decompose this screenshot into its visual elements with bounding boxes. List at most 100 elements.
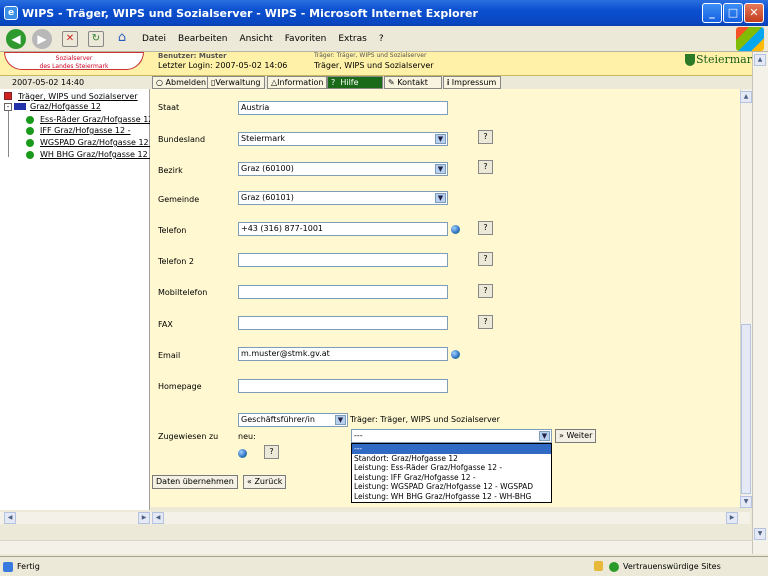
staat-input[interactable]: Austria <box>238 101 448 115</box>
information-button[interactable]: △Information <box>267 76 328 89</box>
user-label: Benutzer: Muster <box>158 52 227 60</box>
back-icon[interactable]: ◀ <box>6 28 26 49</box>
form-horizontal-scrollbar[interactable] <box>150 512 750 524</box>
email-input[interactable]: m.muster@stmk.gv.at <box>238 347 448 361</box>
verwaltung-button[interactable]: ▯Verwaltung <box>207 76 265 89</box>
chevron-down-icon[interactable]: ▼ <box>435 193 446 203</box>
status-dot-icon <box>26 127 34 135</box>
tree-item-wh-bhg[interactable]: WH BHG Graz/Hofgasse 12 - W <box>40 150 150 159</box>
menu-bearbeiten[interactable]: Bearbeiten <box>178 34 227 44</box>
abmelden-button[interactable]: ○ Abmelden <box>152 76 211 89</box>
scroll-right-icon[interactable]: ▶ <box>726 512 738 524</box>
back-button[interactable]: « Zurück <box>243 475 287 489</box>
standort-icon <box>14 103 26 110</box>
mobil-input[interactable] <box>238 285 448 299</box>
chevron-down-icon[interactable]: ▼ <box>435 134 446 144</box>
menu-ansicht[interactable]: Ansicht <box>239 34 272 44</box>
neu-dropdown-list: --- Standort: Graz/Hofgasse 12 Leistung:… <box>351 443 552 503</box>
telefon2-input[interactable] <box>238 253 448 267</box>
weiter-button[interactable]: » Weiter <box>555 429 597 443</box>
help-button[interactable]: ? <box>264 445 279 459</box>
traeger-label: Träger, WIPS und Sozialserver <box>314 61 434 70</box>
tree-item-wgspad[interactable]: WGSPAD Graz/Hofgasse 12 - W <box>40 138 150 147</box>
page-horizontal-scrollbar[interactable] <box>0 540 752 554</box>
ie-logo-icon: e <box>4 6 18 20</box>
title-bar: e WIPS - Träger, WIPS und Sozialserver -… <box>0 0 768 26</box>
help-button[interactable]: ? <box>478 221 493 235</box>
minimize-button[interactable]: _ <box>702 3 722 23</box>
dropdown-option[interactable]: --- <box>352 444 551 454</box>
homepage-input[interactable] <box>238 379 448 393</box>
chevron-down-icon[interactable]: ▼ <box>435 164 446 174</box>
scroll-up-icon[interactable]: ▲ <box>740 91 752 103</box>
menu-extras[interactable]: Extras <box>338 34 366 44</box>
globe-icon[interactable] <box>238 449 247 458</box>
help-button[interactable]: ? <box>478 252 493 266</box>
bezirk-select[interactable]: Graz (60100) ▼ <box>238 162 448 176</box>
role-select[interactable]: Geschäftsführer/in ▼ <box>238 413 348 427</box>
mobil-label: Mobiltelefon <box>158 288 208 297</box>
neu-label: neu: <box>238 432 256 441</box>
tree-item-iff[interactable]: IFF Graz/Hofgasse 12 - <box>40 126 150 135</box>
dropdown-option[interactable]: Standort: Graz/Hofgasse 12 <box>352 454 551 464</box>
tree-horizontal-scrollbar[interactable] <box>0 512 150 524</box>
impressum-button[interactable]: 𝐢 Impressum <box>443 76 501 89</box>
scroll-down-icon[interactable]: ▼ <box>754 528 766 540</box>
zugewiesen-label: Zugewiesen zu <box>158 432 219 441</box>
maximize-button[interactable]: □ <box>723 3 743 23</box>
tree-item-ess-raeder[interactable]: Ess-Räder Graz/Hofgasse 12 - <box>40 115 150 124</box>
menu-favoriten[interactable]: Favoriten <box>285 34 327 44</box>
globe-icon[interactable] <box>451 225 460 234</box>
dropdown-option[interactable]: Leistung: IFF Graz/Hofgasse 12 - <box>352 473 551 483</box>
help-button[interactable]: ? <box>478 160 493 174</box>
menu-help[interactable]: ? <box>379 34 384 44</box>
sozialserver-logo: Sozialserver des Landes Steiermark <box>4 52 144 70</box>
home-icon[interactable]: ⌂ <box>114 30 130 47</box>
kontakt-button[interactable]: ✎ Kontakt <box>384 76 442 89</box>
stop-icon[interactable]: ✕ <box>62 30 78 47</box>
toolbar: ◀ ▶ ✕ ↻ ⌂ Datei Bearbeiten Ansicht Favor… <box>0 26 768 52</box>
submit-button[interactable]: Daten übernehmen <box>152 475 238 489</box>
scroll-left-icon[interactable]: ◀ <box>152 512 164 524</box>
steiermark-brand: Steiermark <box>696 53 759 66</box>
refresh-icon[interactable]: ↻ <box>88 30 104 47</box>
close-button[interactable]: ✕ <box>744 3 764 23</box>
page-vertical-scrollbar[interactable] <box>752 52 768 554</box>
neu-select[interactable]: --- ▼ <box>351 429 552 443</box>
crest-icon <box>685 54 695 66</box>
telefon-label: Telefon <box>158 226 187 235</box>
telefon2-label: Telefon 2 <box>158 257 195 266</box>
email-label: Email <box>158 351 181 360</box>
globe-icon[interactable] <box>451 350 460 359</box>
scroll-thumb[interactable] <box>741 324 751 494</box>
scroll-left-icon[interactable]: ◀ <box>4 512 16 524</box>
bundesland-select[interactable]: Steiermark ▼ <box>238 132 448 146</box>
bundesland-label: Bundesland <box>158 135 206 144</box>
tree-root[interactable]: Träger, WIPS und Sozialserver <box>18 92 138 101</box>
staat-label: Staat <box>158 103 180 112</box>
menu-datei[interactable]: Datei <box>142 34 166 44</box>
chevron-down-icon[interactable]: ▼ <box>335 415 346 425</box>
dropdown-option[interactable]: Leistung: WH BHG Graz/Hofgasse 12 - WH-B… <box>352 492 551 502</box>
zone-text: Vertrauenswürdige Sites <box>623 562 721 571</box>
dropdown-option[interactable]: Leistung: WGSPAD Graz/Hofgasse 12 - WGSP… <box>352 482 551 492</box>
help-button[interactable]: ? <box>478 284 493 298</box>
collapse-icon[interactable]: - <box>4 103 12 111</box>
gemeinde-select[interactable]: Graz (60101) ▼ <box>238 191 448 205</box>
tree-node-standort[interactable]: Graz/Hofgasse 12 <box>30 102 101 111</box>
tree-line <box>8 111 9 157</box>
forward-icon[interactable]: ▶ <box>32 28 52 49</box>
fax-input[interactable] <box>238 316 448 330</box>
help-button[interactable]: ? <box>478 130 493 144</box>
scroll-down-icon[interactable]: ▼ <box>740 496 752 508</box>
telefon-input[interactable]: +43 (316) 877-1001 <box>238 222 448 236</box>
gemeinde-label: Gemeinde <box>158 195 200 204</box>
current-date: 2007-05-02 14:40 <box>0 76 150 89</box>
dropdown-option[interactable]: Leistung: Ess-Räder Graz/Hofgasse 12 - <box>352 463 551 473</box>
hilfe-button[interactable]: ? Hilfe <box>327 76 383 89</box>
chevron-down-icon[interactable]: ▼ <box>539 431 550 441</box>
help-button[interactable]: ? <box>478 315 493 329</box>
scroll-up-icon[interactable]: ▲ <box>754 54 766 66</box>
scroll-right-icon[interactable]: ▶ <box>138 512 150 524</box>
window-title: WIPS - Träger, WIPS und Sozialserver - W… <box>22 6 478 20</box>
